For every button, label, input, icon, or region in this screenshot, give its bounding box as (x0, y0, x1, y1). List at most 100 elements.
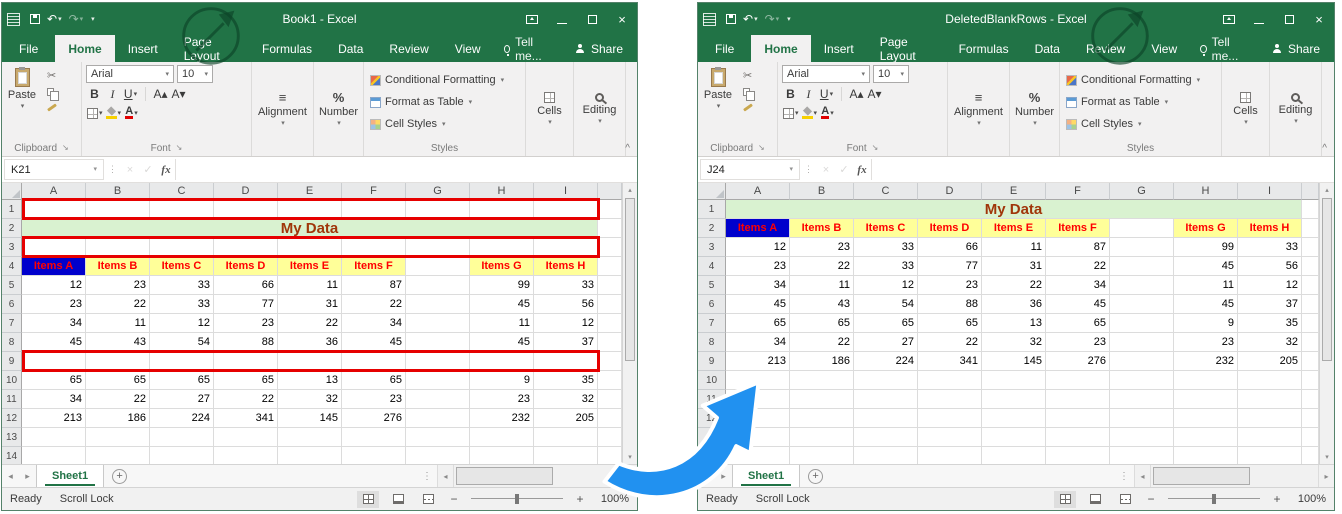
grid-cell[interactable] (278, 447, 342, 464)
grid-cell[interactable]: 27 (854, 333, 918, 352)
excel-app-icon[interactable] (703, 13, 716, 26)
sheet-tab-sheet1[interactable]: Sheet1 (36, 465, 104, 487)
grid-cell[interactable]: 12 (854, 276, 918, 295)
add-sheet-button[interactable]: + (112, 469, 127, 484)
grid-cell[interactable]: 36 (278, 333, 342, 352)
cancel-button[interactable]: × (817, 164, 835, 176)
grid-cell[interactable]: 23 (1046, 333, 1110, 352)
row-header[interactable]: 5 (2, 276, 22, 295)
row-header[interactable]: 11 (2, 390, 22, 409)
grid-cell[interactable] (854, 428, 918, 447)
grid-cell[interactable] (86, 200, 150, 219)
formula-input[interactable] (871, 159, 1332, 180)
grid-cell[interactable] (982, 428, 1046, 447)
grid-cell[interactable]: 22 (86, 295, 150, 314)
grid-cell[interactable]: 34 (726, 276, 790, 295)
grid-cell[interactable]: 88 (918, 295, 982, 314)
paste-button[interactable]: Paste ▾ (3, 64, 41, 140)
grid-cell[interactable] (22, 428, 86, 447)
formula-bar-handle[interactable]: ⋮ (800, 164, 817, 175)
grid-cell[interactable] (406, 352, 470, 371)
tab-data[interactable]: Data (325, 35, 376, 62)
grid-cell[interactable]: 13 (278, 371, 342, 390)
grid-cell[interactable]: 66 (214, 276, 278, 295)
formula-bar-handle[interactable]: ⋮ (104, 164, 121, 175)
grid-cell[interactable]: 9 (1174, 314, 1238, 333)
grid-cell[interactable]: 22 (342, 295, 406, 314)
row-header[interactable]: 13 (2, 428, 22, 447)
grid-cell[interactable]: 37 (534, 333, 598, 352)
grid-cell[interactable]: 23 (790, 238, 854, 257)
grid-cell[interactable] (1174, 428, 1238, 447)
grid-cell[interactable]: 213 (22, 409, 86, 428)
page-break-view-button[interactable] (1114, 491, 1136, 508)
grid-cell[interactable]: 22 (790, 257, 854, 276)
copy-button[interactable] (47, 86, 57, 97)
name-box[interactable]: J24 ▾ (700, 159, 800, 180)
minimize-button[interactable] (1244, 3, 1274, 35)
cut-button[interactable]: ✂ (743, 70, 753, 81)
grid-cell[interactable] (470, 238, 534, 257)
grid-cell[interactable]: 23 (726, 257, 790, 276)
grid-cell[interactable] (406, 200, 470, 219)
tab-page-layout[interactable]: Page Layout (171, 35, 249, 62)
grid-cell[interactable] (726, 428, 790, 447)
row-header[interactable]: 5 (698, 276, 726, 295)
grid-cell[interactable] (982, 447, 1046, 464)
grid-cell[interactable]: 27 (150, 390, 214, 409)
column-header[interactable]: H (470, 183, 534, 200)
row-header[interactable]: 14 (2, 447, 22, 464)
row-header[interactable]: 1 (2, 200, 22, 219)
grid-cell[interactable]: 32 (1238, 333, 1302, 352)
grid-cell[interactable]: 45 (470, 333, 534, 352)
grid-cell[interactable]: 31 (982, 257, 1046, 276)
grid-cell[interactable]: 11 (1174, 276, 1238, 295)
grid-cell[interactable] (406, 333, 470, 352)
grid-cell[interactable] (1238, 409, 1302, 428)
row-header[interactable]: 4 (2, 257, 22, 276)
grid-cell[interactable] (1046, 447, 1110, 464)
select-all-corner[interactable] (2, 183, 22, 200)
grid-cell[interactable] (22, 238, 86, 257)
tab-insert[interactable]: Insert (811, 35, 867, 62)
borders-button[interactable]: ▾ (782, 105, 800, 121)
grid-cell[interactable]: 34 (1046, 276, 1110, 295)
grid-cell[interactable]: 205 (1238, 352, 1302, 371)
grid-cell[interactable]: Items F (342, 257, 406, 276)
grid-cell[interactable]: Items C (150, 257, 214, 276)
grid-cell[interactable] (854, 371, 918, 390)
column-header[interactable]: F (342, 183, 406, 200)
undo-button[interactable]: ↶▾ (740, 11, 761, 27)
collapse-ribbon-button[interactable]: ^ (1322, 143, 1327, 154)
grid-cell[interactable] (534, 200, 598, 219)
share-button[interactable]: Share (561, 35, 637, 62)
row-header[interactable]: 6 (698, 295, 726, 314)
close-button[interactable]: × (607, 3, 637, 35)
grid-cell[interactable] (1110, 371, 1174, 390)
grid-cell[interactable] (534, 447, 598, 464)
grid-cell[interactable] (214, 238, 278, 257)
customize-qat-button[interactable]: ▾ (783, 14, 794, 25)
minimize-button[interactable] (547, 3, 577, 35)
grid-cell[interactable] (790, 371, 854, 390)
grid-cell[interactable] (726, 371, 790, 390)
grid-cell[interactable]: 77 (918, 257, 982, 276)
italic-button[interactable]: I (104, 86, 121, 102)
column-header[interactable]: B (790, 183, 854, 200)
tab-review[interactable]: Review (376, 35, 441, 62)
grid-cell[interactable]: 22 (790, 333, 854, 352)
row-header[interactable]: 4 (698, 257, 726, 276)
grid-cell[interactable] (982, 409, 1046, 428)
grid-cell[interactable] (1238, 390, 1302, 409)
alignment-button[interactable]: ≡ Alignment ▾ (949, 64, 1008, 156)
grid-cell[interactable] (1110, 409, 1174, 428)
tab-file[interactable]: File (2, 35, 55, 62)
scroll-up-icon[interactable]: ▴ (623, 183, 637, 197)
decrease-font-size-button[interactable]: A▾ (866, 86, 883, 102)
grid-cell[interactable]: 9 (470, 371, 534, 390)
undo-button[interactable]: ↶▾ (44, 11, 65, 27)
column-header[interactable]: C (854, 183, 918, 200)
redo-button[interactable]: ↷▾ (66, 11, 87, 27)
column-header[interactable]: B (86, 183, 150, 200)
fill-color-button[interactable]: ▾ (105, 105, 123, 121)
